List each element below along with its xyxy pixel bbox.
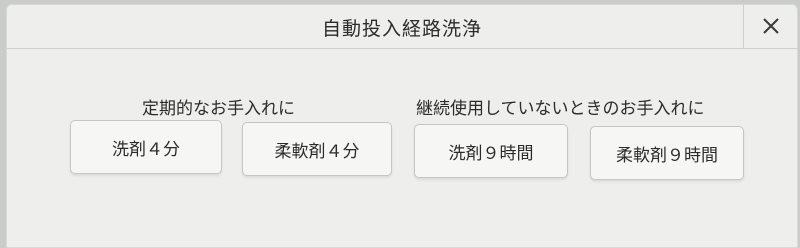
softener-9hour-button[interactable]: 柔軟剤９時間	[590, 126, 744, 180]
detergent-4min-button[interactable]: 洗剤４分	[70, 120, 222, 174]
detergent-9hour-button[interactable]: 洗剤９時間	[414, 124, 568, 178]
unused-care-label: 継続使用していないときのお手入れに	[416, 99, 705, 119]
auto-dispenser-cleaning-dialog: 自動投入経路洗浄 定期的なお手入れに 継続使用していないときのお手入れに 洗剤４…	[6, 4, 798, 248]
softener-4min-button[interactable]: 柔軟剤４分	[242, 122, 392, 176]
close-button[interactable]	[743, 4, 798, 48]
dialog-title: 自動投入経路洗浄	[321, 18, 482, 40]
dialog-titlebar: 自動投入経路洗浄	[6, 4, 798, 49]
close-icon	[763, 18, 779, 34]
regular-care-label: 定期的なお手入れに	[142, 99, 295, 119]
